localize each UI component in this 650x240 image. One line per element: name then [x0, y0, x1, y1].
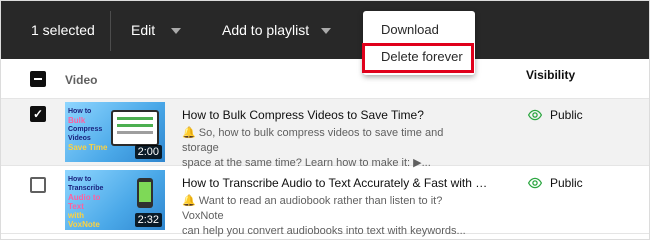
edit-button[interactable]: Edit	[131, 22, 155, 38]
visibility-status[interactable]: Public	[528, 176, 583, 190]
duration-badge: 2:32	[134, 213, 162, 227]
check-icon: ✓	[32, 107, 44, 121]
video-manager: 1 selected Edit Add to playlist Download…	[0, 0, 650, 240]
add-to-playlist-button[interactable]: Add to playlist	[222, 22, 309, 38]
column-header-video[interactable]: Video	[65, 73, 97, 87]
visibility-label: Public	[550, 176, 583, 190]
chevron-down-icon[interactable]	[321, 28, 331, 34]
table-row: How to Transcribe Audio to Text with Vox…	[1, 167, 649, 237]
divider	[110, 11, 111, 51]
column-header-visibility[interactable]: Visibility	[526, 68, 575, 82]
thumbnail-caption: How to Transcribe Audio to Text with Vox…	[68, 176, 104, 229]
table-row: ✓ How to Bulk Compress Videos Save Time …	[1, 99, 649, 169]
row-checkbox[interactable]: ✓	[30, 106, 46, 122]
menu-item-download[interactable]: Download	[363, 17, 475, 43]
chevron-down-icon[interactable]	[171, 28, 181, 34]
video-thumbnail[interactable]: How to Transcribe Audio to Text with Vox…	[65, 170, 165, 230]
visibility-label: Public	[550, 108, 583, 122]
duration-badge: 2:00	[134, 145, 162, 159]
video-description: 🔔 Want to read an audiobook rather than …	[182, 195, 466, 237]
video-title[interactable]: How to Bulk Compress Videos to Save Time…	[182, 108, 492, 122]
video-title[interactable]: How to Transcribe Audio to Text Accurate…	[182, 176, 492, 190]
row-checkbox[interactable]	[30, 177, 46, 193]
menu-item-delete-forever[interactable]: Delete forever	[363, 44, 475, 70]
thumbnail-caption: How to Bulk Compress Videos Save Time	[68, 108, 108, 152]
more-actions-menu: Download Delete forever	[363, 11, 475, 75]
table-header: Video Visibility	[1, 59, 649, 99]
selected-count: 1 selected	[31, 22, 95, 38]
eye-icon	[528, 109, 542, 121]
eye-icon	[528, 177, 542, 189]
selection-action-bar: 1 selected Edit Add to playlist	[1, 1, 649, 59]
video-description: 🔔 So, how to bulk compress videos to sav…	[182, 127, 444, 169]
laptop-illustration	[111, 110, 159, 146]
visibility-status[interactable]: Public	[528, 108, 583, 122]
phone-illustration	[137, 178, 153, 208]
video-thumbnail[interactable]: How to Bulk Compress Videos Save Time 2:…	[65, 102, 165, 162]
select-all-checkbox[interactable]	[30, 71, 46, 87]
minus-icon	[34, 78, 42, 80]
